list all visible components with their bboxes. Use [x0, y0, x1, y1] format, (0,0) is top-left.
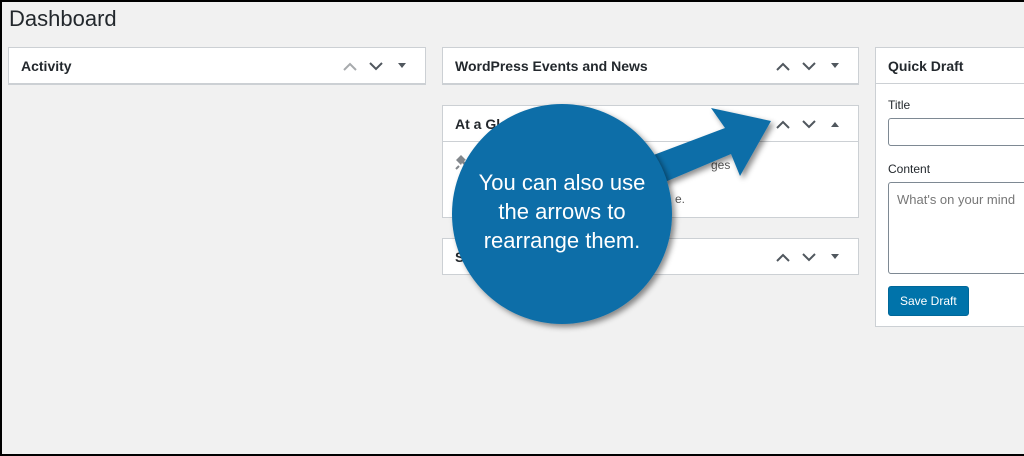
move-up-button[interactable]	[337, 48, 363, 84]
title-input[interactable]	[888, 118, 1024, 146]
quick-draft-widget-title: Quick Draft	[888, 58, 964, 74]
chevron-up-icon	[343, 62, 357, 71]
toggle-panel-button[interactable]	[822, 106, 848, 142]
glance-right-text-2: e.	[675, 192, 686, 206]
at-a-glance-widget-title: At a Gla	[455, 116, 508, 132]
activity-widget-header[interactable]: Activity	[9, 48, 425, 84]
at-a-glance-widget-header[interactable]: At a Gla	[443, 106, 858, 142]
toggle-panel-button[interactable]	[822, 48, 848, 84]
glance-right-text-1: ges	[711, 158, 731, 172]
save-draft-button[interactable]: Save Draft	[888, 286, 969, 316]
chevron-down-icon	[802, 252, 816, 261]
callout-line-3: rearrange them.	[483, 228, 641, 253]
title-label: Title	[888, 98, 911, 112]
quick-draft-widget-header[interactable]: Quick Draft	[876, 48, 1024, 84]
chevron-up-icon	[776, 62, 790, 71]
events-widget-controls	[770, 48, 848, 84]
chevron-up-icon	[776, 120, 790, 129]
events-widget: WordPress Events and News	[442, 47, 859, 85]
caret-up-icon	[831, 122, 839, 127]
content-label: Content	[888, 162, 931, 176]
move-down-button[interactable]	[363, 48, 389, 84]
content-textarea[interactable]: What's on your mind	[888, 182, 1024, 274]
caret-down-icon	[831, 254, 839, 259]
move-down-button[interactable]	[796, 48, 822, 84]
quick-draft-form: Title Content What's on your mind Save D…	[876, 98, 1024, 316]
chevron-down-icon	[802, 61, 816, 70]
events-widget-title: WordPress Events and News	[455, 58, 648, 74]
quick-draft-widget: Quick Draft Title Content What's on your…	[875, 47, 1024, 327]
at-a-glance-widget-controls	[770, 106, 848, 142]
page-title: Dashboard	[9, 6, 117, 31]
activity-widget-controls	[337, 48, 415, 84]
chevron-down-icon	[369, 61, 383, 70]
move-up-button[interactable]	[770, 106, 796, 142]
activity-widget: Activity	[8, 47, 426, 85]
chevron-up-icon	[776, 253, 790, 262]
toggle-panel-button[interactable]	[389, 48, 415, 84]
move-up-button[interactable]	[770, 239, 796, 275]
move-up-button[interactable]	[770, 48, 796, 84]
caret-down-icon	[831, 63, 839, 68]
caret-down-icon	[398, 63, 406, 68]
site-health-widget-controls	[770, 239, 848, 275]
chevron-down-icon	[802, 119, 816, 128]
events-widget-header[interactable]: WordPress Events and News	[443, 48, 858, 84]
callout-line-1: You can also use	[478, 170, 646, 195]
callout-line-2: the arrows to	[498, 199, 626, 224]
move-down-button[interactable]	[796, 239, 822, 275]
activity-widget-title: Activity	[21, 58, 72, 74]
toggle-panel-button[interactable]	[822, 239, 848, 275]
move-down-button[interactable]	[796, 106, 822, 142]
callout-text: You can also use the arrows to rearrange…	[455, 168, 669, 255]
